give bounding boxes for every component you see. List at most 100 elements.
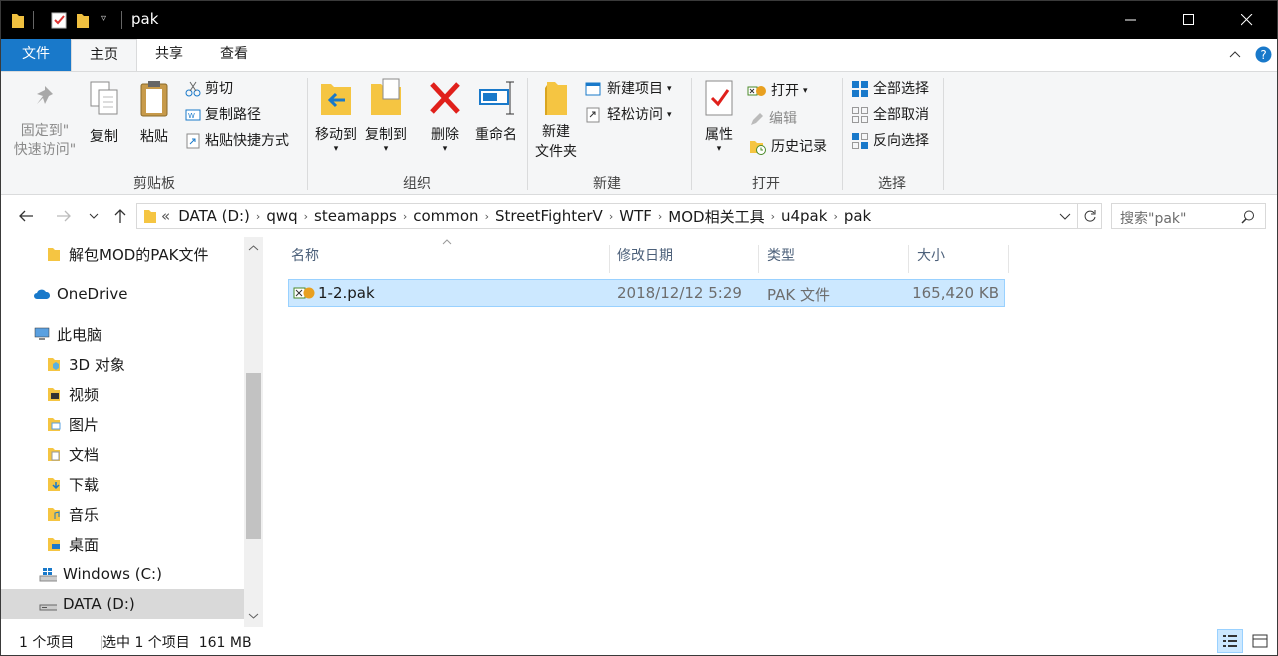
invert-selection-icon [852,133,868,149]
column-header-size[interactable]: 大小 [909,245,1009,273]
scroll-up-icon[interactable] [244,241,263,255]
refresh-button[interactable] [1078,203,1102,229]
breadcrumb-overflow[interactable]: « [157,207,174,225]
desktop-folder-icon [45,535,63,553]
column-header-name[interactable]: 名称 [283,245,610,273]
copy-path-button[interactable]: W 复制路径 [185,104,261,126]
breadcrumb-separator-icon[interactable]: › [769,210,777,223]
large-icons-view-icon [1252,634,1268,648]
scroll-down-icon[interactable] [244,609,263,623]
scrollbar-thumb[interactable] [246,373,261,539]
tab-file[interactable]: 文件 [1,39,71,71]
nav-item[interactable]: 视频 [1,379,244,409]
table-row[interactable]: 1-2.pak 2018/12/12 5:29 PAK 文件 165,420 K… [288,279,1005,307]
minimize-button[interactable] [1101,1,1161,39]
maximize-button[interactable] [1159,1,1219,39]
cut-button[interactable]: 剪切 [185,78,233,100]
breadcrumb-item[interactable]: MOD相关工具 [664,206,768,227]
large-icons-view-button[interactable] [1247,629,1273,653]
invert-selection-button[interactable]: 反向选择 [851,130,929,152]
close-button[interactable] [1217,1,1277,39]
pin-to-quick-access-button[interactable]: 固定到" 快速访问" [7,82,83,160]
nav-item[interactable]: 桌面 [1,529,244,559]
breadcrumb-item[interactable]: StreetFighterV [491,207,607,225]
breadcrumb-item[interactable]: DATA (D:) [174,207,254,225]
help-icon[interactable]: ? [1255,46,1272,63]
breadcrumb-item[interactable]: qwq [262,207,301,225]
file-list: 名称 修改日期 类型 大小 1-2.pak 2018/12/12 5:29 PA… [263,237,1277,627]
customize-quick-access-icon[interactable]: ▿ [101,13,106,31]
new-folder-icon[interactable] [76,11,90,29]
item-count: 1 个项目 [19,635,75,651]
tab-view[interactable]: 查看 [201,39,267,71]
breadcrumb-separator-icon[interactable]: › [254,210,262,223]
breadcrumb-separator-icon[interactable]: › [831,210,839,223]
move-to-button[interactable]: 移动到 ▾ [313,78,359,154]
nav-item[interactable]: 音乐 [1,499,244,529]
nav-item[interactable]: 此电脑 [1,319,244,349]
search-box[interactable]: 搜索"pak" [1111,203,1266,229]
breadcrumb-separator-icon[interactable]: › [656,210,664,223]
search-input[interactable]: 搜索"pak" [1120,211,1186,227]
forward-button[interactable] [53,205,75,227]
new-item-button[interactable]: 新建项目 ▾ [585,78,672,100]
ribbon: 固定到" 快速访问" 复制 粘贴 剪切 W 复制路径 粘贴快捷方式 剪贴板 移动… [1,71,1277,195]
nav-scrollbar[interactable] [244,237,263,627]
breadcrumb-item[interactable]: u4pak [777,207,831,225]
breadcrumb-item[interactable]: pak [840,207,875,225]
back-button[interactable] [15,205,37,227]
breadcrumb-item[interactable]: common [409,207,482,225]
nav-item[interactable]: Windows (C:) [1,559,244,589]
history-button[interactable]: 历史记录 [749,136,827,158]
chevron-down-icon [89,213,99,219]
up-button[interactable] [109,205,131,227]
collapse-ribbon-icon[interactable] [1229,50,1241,58]
nav-item[interactable]: 文档 [1,439,244,469]
new-folder-button[interactable]: 新建 文件夹 [531,78,581,162]
copy-to-button[interactable]: 复制到 ▾ [363,78,409,154]
file-type: PAK 文件 [767,286,830,304]
status-bar: 1 个项目 选中 1 个项目 161 MB [1,627,1277,655]
documents-folder-icon [45,445,63,463]
copy-button[interactable]: 复制 [85,80,123,146]
nav-item[interactable]: DATA (D:) [1,589,244,619]
column-header-type[interactable]: 类型 [759,245,909,273]
file-name: 1-2.pak [318,284,375,302]
recent-locations-button[interactable] [83,205,105,227]
delete-button[interactable]: 删除 ▾ [425,78,465,154]
edit-button[interactable]: 编辑 [749,108,797,130]
details-view-button[interactable] [1217,629,1243,653]
selection-info: 选中 1 个项目 161 MB [102,635,252,651]
nav-item[interactable]: 3D 对象 [1,349,244,379]
address-bar[interactable]: « DATA (D:) › qwq › steamapps › common › StreetF… [136,203,1078,229]
tab-home[interactable]: 主页 [71,39,137,72]
breadcrumb-separator-icon[interactable]: › [483,210,491,223]
properties-button[interactable]: 属性 ▾ [699,78,739,154]
delete-x-icon [430,82,460,114]
breadcrumb-item[interactable]: steamapps [310,207,401,225]
breadcrumb-separator-icon[interactable]: › [607,210,615,223]
select-none-button[interactable]: 全部取消 [851,104,929,126]
select-none-icon [852,107,868,123]
column-header-modified[interactable]: 修改日期 [609,245,759,273]
open-button[interactable]: 打开 ▾ [747,80,808,102]
breadcrumb-item[interactable]: WTF [615,207,656,225]
nav-item[interactable]: 解包MOD的PAK文件 [1,239,244,269]
nav-item[interactable]: 下载 [1,469,244,499]
paste-button[interactable]: 粘贴 [135,80,173,146]
tab-share[interactable]: 共享 [137,39,201,71]
rename-icon [479,81,514,115]
paste-shortcut-button[interactable]: 粘贴快捷方式 [185,130,289,152]
nav-item[interactable]: 图片 [1,409,244,439]
breadcrumb-separator-icon[interactable]: › [401,210,409,223]
nav-item[interactable]: OneDrive [1,279,244,309]
breadcrumb-separator-icon[interactable]: › [302,210,310,223]
address-dropdown-icon[interactable] [1059,213,1071,221]
easy-access-button[interactable]: 轻松访问 ▾ [585,104,672,126]
select-all-button[interactable]: 全部选择 [851,78,929,100]
properties-icon[interactable] [51,11,67,29]
nav-item-label: Windows (C:) [63,565,162,583]
pak-file-icon [293,287,315,299]
rename-button[interactable]: 重命名 [469,78,523,144]
ribbon-tabs: 文件 主页 共享 查看 ? [1,39,1277,72]
